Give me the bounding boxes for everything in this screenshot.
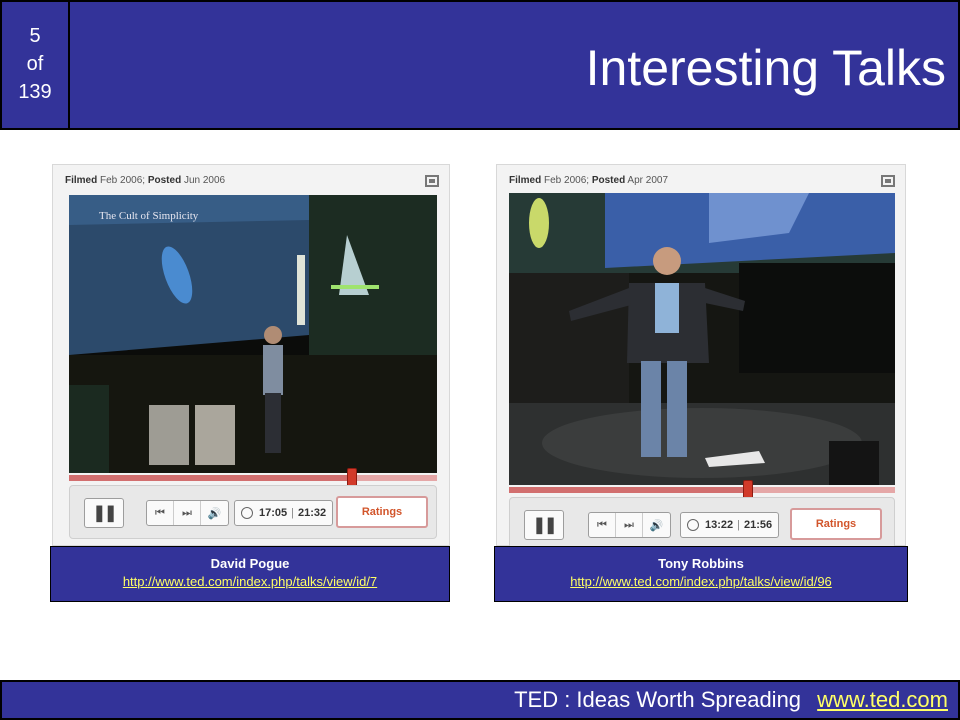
slide-header: 5 of 139 Interesting Talks — [0, 0, 960, 130]
volume-icon[interactable]: 🔊 — [643, 513, 670, 537]
ratings-button[interactable]: Ratings — [336, 496, 428, 528]
previous-icon[interactable]: ⏮ — [147, 501, 174, 525]
player-controls: ❚❚ ⏮ ⏭ 🔊 13:22 | 21:56 Ratings — [509, 497, 895, 551]
ratings-button[interactable]: Ratings — [790, 508, 882, 540]
screen-text: The Cult of Simplicity — [99, 210, 199, 222]
fullscreen-icon[interactable] — [425, 175, 439, 187]
slide-of: of — [26, 53, 44, 75]
progress-fill — [509, 487, 749, 493]
video-meta: Filmed Feb 2006; Posted Jun 2006 — [65, 175, 226, 186]
speaker-name: Tony Robbins — [658, 556, 744, 571]
pause-icon: ❚❚ — [92, 505, 118, 522]
slide-footer: TED : Ideas Worth Spreading www.ted.com — [0, 680, 960, 720]
caption-pogue: David Pogue http://www.ted.com/index.php… — [50, 546, 450, 602]
clock-icon — [241, 507, 253, 519]
footer-link[interactable]: www.ted.com — [817, 687, 948, 712]
video-still-pogue: The Cult of Simplicity — [69, 195, 437, 473]
skip-volume-group: ⏮ ⏭ 🔊 — [146, 500, 229, 526]
talk-link[interactable]: http://www.ted.com/index.php/talks/view/… — [51, 573, 449, 591]
player-controls: ❚❚ ⏮ ⏭ 🔊 17:05 | 21:32 Ratings — [69, 485, 437, 539]
video-player-pogue: Filmed Feb 2006; Posted Jun 2006 The Cul… — [52, 164, 450, 546]
time-total: 21:56 — [744, 519, 773, 531]
pause-button[interactable]: ❚❚ — [84, 498, 124, 528]
slide: 5 of 139 Interesting Talks Filmed Feb 20… — [0, 0, 960, 720]
progress-bar[interactable] — [69, 468, 437, 488]
slide-counter: 5 of 139 — [2, 2, 70, 130]
video-still-robbins — [509, 193, 895, 485]
time-display: 17:05 | 21:32 — [234, 500, 334, 526]
clock-icon — [687, 519, 699, 531]
speaker-name: David Pogue — [210, 556, 290, 571]
time-current: 13:22 — [705, 519, 734, 531]
volume-icon[interactable]: 🔊 — [201, 501, 228, 525]
talk-link[interactable]: http://www.ted.com/index.php/talks/view/… — [495, 573, 907, 591]
slide-title: Interesting Talks — [585, 40, 946, 96]
time-current: 17:05 — [259, 507, 288, 519]
pause-icon: ❚❚ — [532, 517, 558, 534]
progress-bar[interactable] — [509, 480, 895, 500]
pause-button[interactable]: ❚❚ — [524, 510, 564, 540]
video-frame[interactable]: The Cult of Simplicity — [69, 195, 437, 473]
next-icon[interactable]: ⏭ — [174, 501, 201, 525]
slide-total: 139 — [18, 81, 52, 103]
time-display: 13:22 | 21:56 — [680, 512, 780, 538]
video-player-robbins: Filmed Feb 2006; Posted Apr 2007 ❚❚ ⏮ ⏭ … — [496, 164, 906, 551]
video-meta: Filmed Feb 2006; Posted Apr 2007 — [509, 175, 669, 186]
footer-tagline: TED : Ideas Worth Spreading — [514, 687, 802, 712]
skip-volume-group: ⏮ ⏭ 🔊 — [588, 512, 671, 538]
video-frame[interactable] — [509, 193, 895, 485]
caption-robbins: Tony Robbins http://www.ted.com/index.ph… — [494, 546, 908, 602]
previous-icon[interactable]: ⏮ — [589, 513, 616, 537]
progress-fill — [69, 475, 353, 481]
fullscreen-icon[interactable] — [881, 175, 895, 187]
time-total: 21:32 — [298, 507, 327, 519]
slide-number: 5 — [29, 25, 41, 47]
next-icon[interactable]: ⏭ — [616, 513, 643, 537]
